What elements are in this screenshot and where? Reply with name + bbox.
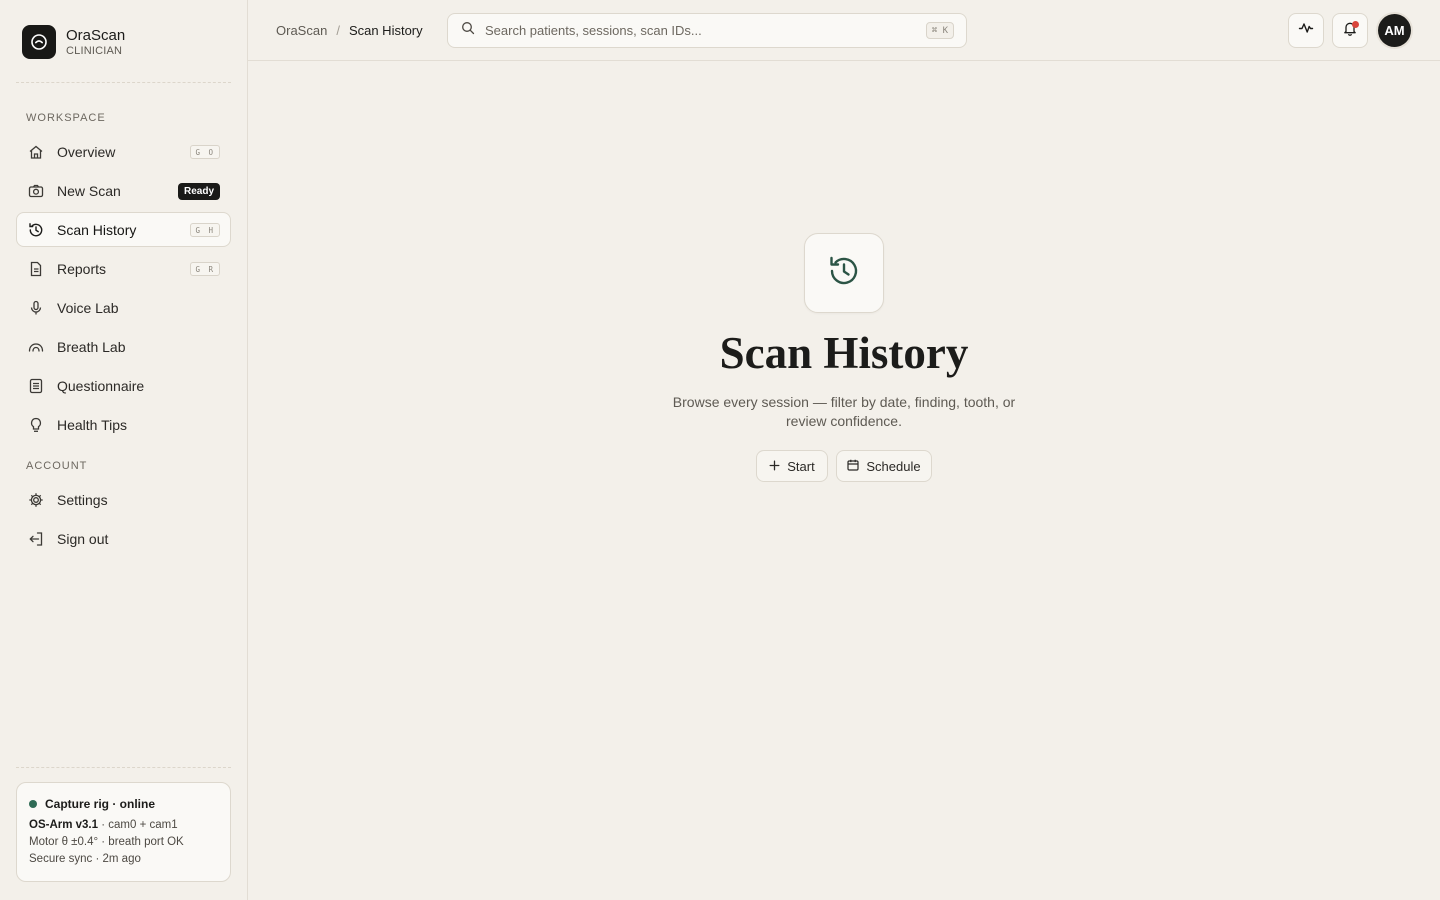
sidebar: OraScan CLINICIAN WORKSPACE Overview G O…: [0, 0, 248, 900]
plus-icon: [769, 459, 780, 474]
sidebar-item-new-scan[interactable]: New Scan Ready: [16, 173, 231, 208]
sidebar-item-label: Questionnaire: [57, 377, 145, 394]
shortcut-hint: G O: [190, 145, 220, 159]
rig-cams: · cam0 + cam1: [98, 819, 178, 831]
breadcrumb: OraScan / Scan History: [276, 23, 423, 38]
search-icon: [461, 21, 475, 40]
rig-sync: Secure sync · 2m ago: [29, 853, 141, 865]
sidebar-item-settings[interactable]: Settings: [16, 482, 231, 517]
gear-icon: [27, 491, 45, 509]
sidebar-item-label: Breath Lab: [57, 338, 126, 355]
sidebar-item-sign-out[interactable]: Sign out: [16, 521, 231, 556]
notifications-button[interactable]: [1332, 13, 1368, 48]
search-placeholder: Search patients, sessions, scan IDs...: [485, 23, 702, 38]
schedule-button-label: Schedule: [866, 458, 921, 474]
camera-icon: [27, 182, 45, 200]
search-shortcut-hint: ⌘ K: [925, 22, 954, 39]
capture-rig-card: Capture rig · online OS-Arm v3.1 · cam0 …: [16, 782, 231, 882]
sidebar-item-label: New Scan: [57, 182, 121, 199]
document-icon: [27, 260, 45, 278]
list-icon: [27, 377, 45, 395]
sidebar-divider: [16, 767, 231, 768]
sidebar-item-overview[interactable]: Overview G O: [16, 134, 231, 169]
rig-motor: Motor θ ±0.4° · breath port OK: [29, 836, 184, 848]
sidebar-item-scan-history[interactable]: Scan History G H: [16, 212, 231, 247]
activity-button[interactable]: [1288, 13, 1324, 48]
rig-model: OS-Arm v3.1: [29, 819, 99, 831]
calendar-icon: [847, 459, 859, 474]
schedule-button[interactable]: Schedule: [836, 450, 932, 482]
sidebar-item-label: Reports: [57, 260, 107, 277]
home-icon: [27, 143, 45, 161]
sidebar-item-label: Settings: [57, 491, 108, 508]
avatar[interactable]: AM: [1378, 14, 1411, 47]
sidebar-item-reports[interactable]: Reports G R: [16, 251, 231, 286]
lightbulb-icon: [27, 416, 45, 434]
start-button-label: Start: [787, 458, 815, 474]
search-input[interactable]: Search patients, sessions, scan IDs... ⌘…: [447, 13, 967, 48]
topbar: OraScan / Scan History Search patients, …: [248, 0, 1440, 61]
microphone-icon: [27, 299, 45, 317]
status-badge: Ready: [177, 183, 220, 200]
brand[interactable]: OraScan CLINICIAN: [22, 25, 125, 59]
history-icon: [27, 221, 45, 239]
shortcut-hint: G R: [190, 262, 220, 276]
sidebar-item-health-tips[interactable]: Health Tips: [16, 407, 231, 442]
history-icon: [827, 254, 861, 293]
sign-out-icon: [27, 530, 45, 548]
sidebar-item-label: Sign out: [57, 530, 109, 547]
page-description: Browse every session — filter by date, f…: [672, 394, 1016, 429]
empty-state-icon-tile: [804, 233, 884, 313]
section-label-workspace: WORKSPACE: [26, 112, 106, 124]
start-button[interactable]: Start: [756, 450, 828, 482]
activity-icon: [1298, 20, 1314, 41]
breadcrumb-root-link[interactable]: OraScan: [276, 23, 327, 38]
sidebar-item-breath-lab[interactable]: Breath Lab: [16, 329, 231, 364]
section-label-account: ACCOUNT: [26, 460, 88, 472]
sidebar-item-questionnaire[interactable]: Questionnaire: [16, 368, 231, 403]
page-title: Scan History: [719, 328, 969, 378]
breadcrumb-separator: /: [336, 23, 340, 38]
sidebar-divider: [16, 82, 231, 83]
sidebar-item-label: Overview: [57, 143, 116, 160]
app-role: CLINICIAN: [66, 44, 123, 57]
status-dot-icon: [29, 800, 37, 808]
shortcut-hint: G H: [190, 223, 220, 237]
app-name: OraScan: [66, 26, 126, 44]
sidebar-item-voice-lab[interactable]: Voice Lab: [16, 290, 231, 325]
breadcrumb-current: Scan History: [348, 23, 423, 38]
sidebar-item-label: Voice Lab: [57, 299, 119, 316]
notification-dot: [1352, 21, 1359, 28]
rig-status-text: Capture rig · online: [45, 797, 156, 811]
app-logo-icon: [22, 25, 56, 59]
sidebar-item-label: Health Tips: [57, 416, 128, 433]
breath-icon: [27, 338, 45, 356]
sidebar-item-label: Scan History: [57, 221, 137, 238]
